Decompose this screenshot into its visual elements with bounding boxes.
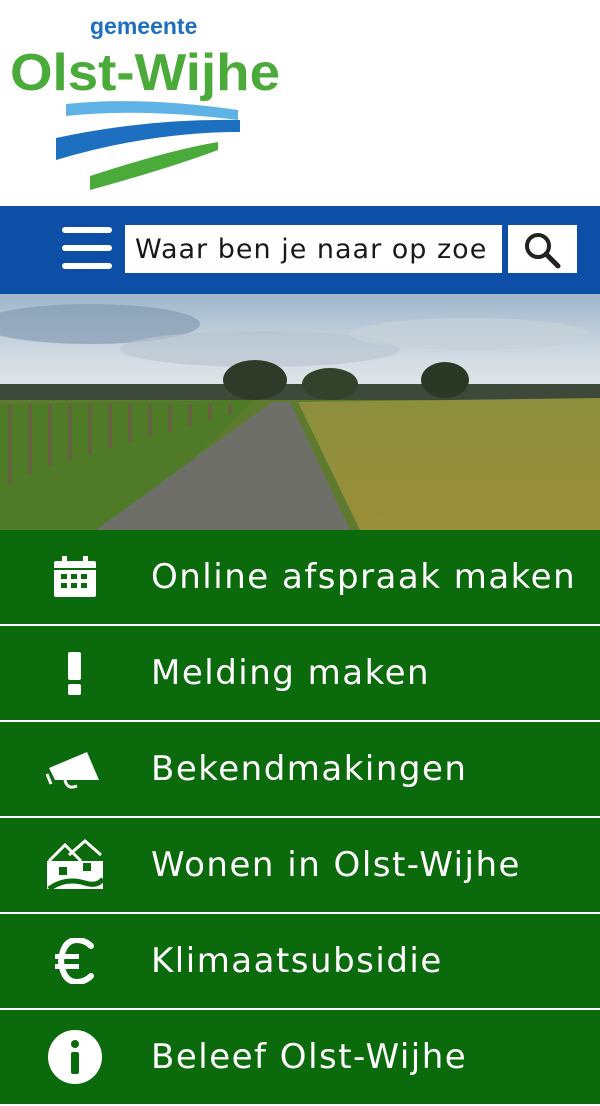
info-icon (44, 1030, 106, 1084)
logo-main-text: Olst-Wijhe (10, 44, 280, 102)
menu-item-bekendmakingen[interactable]: Bekendmakingen (0, 722, 600, 818)
main-menu: Online afspraak maken Melding maken Beke… (0, 530, 600, 1106)
exclamation-icon (44, 646, 106, 700)
search-input[interactable] (125, 225, 502, 273)
menu-item-beleef[interactable]: Beleef Olst-Wijhe (0, 1010, 600, 1106)
megaphone-icon (44, 742, 106, 796)
menu-item-online-afspraak[interactable]: Online afspraak maken (0, 530, 600, 626)
menu-item-label: Melding maken (151, 653, 431, 693)
menu-item-label: Wonen in Olst-Wijhe (151, 845, 521, 885)
hamburger-line (62, 227, 112, 233)
menu-item-klimaatsubsidie[interactable]: Klimaatsubsidie (0, 914, 600, 1010)
magnifier-icon (525, 233, 561, 269)
logo-top-text: gemeente (90, 13, 197, 39)
hamburger-line (62, 263, 112, 269)
calendar-icon (44, 550, 106, 604)
hamburger-menu-button[interactable] (62, 227, 112, 271)
menu-item-label: Bekendmakingen (151, 749, 468, 789)
menu-item-label: Klimaatsubsidie (151, 941, 443, 981)
landscape-photo (0, 294, 600, 530)
logo-wave-blue (56, 119, 240, 160)
menu-item-label: Online afspraak maken (151, 557, 577, 597)
logo-wave-lightblue (66, 101, 238, 120)
hamburger-line (62, 245, 112, 251)
hero-image (0, 294, 600, 530)
houses-icon (44, 838, 106, 892)
euro-icon (44, 934, 106, 988)
menu-item-wonen[interactable]: Wonen in Olst-Wijhe (0, 818, 600, 914)
menu-item-melding-maken[interactable]: Melding maken (0, 626, 600, 722)
search-button[interactable] (508, 225, 577, 273)
site-header: gemeente Olst-Wijhe (0, 0, 600, 206)
olst-wijhe-logo[interactable]: gemeente Olst-Wijhe (0, 0, 300, 206)
logo-wave-green (90, 142, 218, 190)
menu-item-label: Beleef Olst-Wijhe (151, 1037, 468, 1077)
